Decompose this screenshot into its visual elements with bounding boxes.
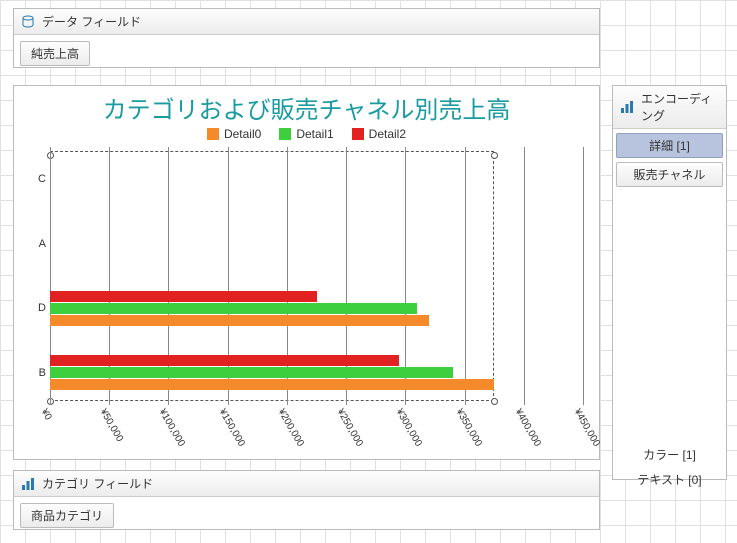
legend-item[interactable]: Detail1 xyxy=(279,127,333,141)
x-tick-label: ¥450,000 xyxy=(571,407,601,449)
chart-legend: Detail0 Detail1 Detail2 xyxy=(14,127,599,147)
legend-item[interactable]: Detail2 xyxy=(352,127,406,141)
chart-bar[interactable] xyxy=(50,379,494,390)
encoding-text-row[interactable]: テキスト [0] xyxy=(616,467,723,492)
legend-swatch-icon xyxy=(207,128,219,140)
x-tick-label: ¥150,000 xyxy=(216,407,246,449)
x-tick-label: ¥400,000 xyxy=(512,407,542,449)
chart-bar[interactable] xyxy=(50,315,429,326)
x-tick-label: ¥350,000 xyxy=(453,407,483,449)
chart-plot-area[interactable]: ¥0¥50,000¥100,000¥150,000¥200,000¥250,00… xyxy=(50,147,581,423)
encoding-panel: エンコーディング 詳細 [1] 販売チャネル カラー [1] テキスト [0] xyxy=(612,85,727,480)
x-tick-label: ¥50,000 xyxy=(98,407,126,444)
legend-label: Detail0 xyxy=(224,127,261,141)
encoding-channel-chip[interactable]: 販売チャネル xyxy=(616,162,723,187)
x-tick-label: ¥0 xyxy=(38,407,53,422)
encoding-detail-chip[interactable]: 詳細 [1] xyxy=(616,133,723,158)
selection-handle[interactable] xyxy=(491,398,498,405)
x-tick-label: ¥200,000 xyxy=(275,407,305,449)
data-field-chip[interactable]: 純売上高 xyxy=(20,41,90,66)
legend-label: Detail2 xyxy=(369,127,406,141)
selection-handle[interactable] xyxy=(491,152,498,159)
x-tick-label: ¥100,000 xyxy=(157,407,187,449)
grid-line xyxy=(583,147,584,405)
chart-bar[interactable] xyxy=(50,367,453,378)
legend-label: Detail1 xyxy=(296,127,333,141)
x-tick-label: ¥300,000 xyxy=(394,407,424,449)
chart-panel: カテゴリおよび販売チャネル別売上高 Detail0Detail1Detail2 … xyxy=(13,85,600,460)
y-tick-label: B xyxy=(26,367,46,379)
category-fields-header: カテゴリ フィールド xyxy=(14,471,599,497)
encoding-title: エンコーディング xyxy=(641,90,720,124)
category-fields-icon xyxy=(20,476,36,492)
chart-title: カテゴリおよび販売チャネル別売上高 xyxy=(14,86,599,127)
chart-bar[interactable] xyxy=(50,355,399,366)
category-fields-title: カテゴリ フィールド xyxy=(42,475,153,492)
x-tick-label: ¥250,000 xyxy=(335,407,365,449)
y-tick-label: C xyxy=(26,173,46,185)
encoding-color-row[interactable]: カラー [1] xyxy=(616,442,723,467)
category-field-chip[interactable]: 商品カテゴリ xyxy=(20,503,114,528)
data-fields-panel: データ フィールド 純売上高 xyxy=(13,8,600,68)
category-fields-panel: カテゴリ フィールド 商品カテゴリ xyxy=(13,470,600,530)
y-tick-label: D xyxy=(26,302,46,314)
legend-swatch-icon xyxy=(279,128,291,140)
grid-line xyxy=(524,147,525,405)
encoding-header: エンコーディング xyxy=(613,86,726,129)
y-tick-label: A xyxy=(26,238,46,250)
legend-swatch-icon xyxy=(352,128,364,140)
data-fields-title: データ フィールド xyxy=(42,13,141,30)
chart-bar[interactable] xyxy=(50,303,417,314)
grid-line xyxy=(465,147,466,405)
chart-bar[interactable] xyxy=(50,291,317,302)
encoding-icon xyxy=(619,99,635,115)
legend-item[interactable]: Detail0 xyxy=(207,127,261,141)
data-fields-icon xyxy=(20,14,36,30)
data-fields-header: データ フィールド xyxy=(14,9,599,35)
